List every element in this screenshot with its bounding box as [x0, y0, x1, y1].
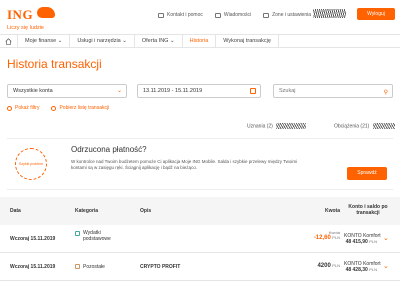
basket-icon	[75, 231, 80, 236]
nav-make-transaction[interactable]: Wykonaj transakcję	[216, 35, 279, 47]
inflows-label: Uznania (2)	[247, 123, 273, 130]
header-date[interactable]: Data	[10, 208, 21, 214]
nav-my-finances[interactable]: Moje finanse ⌄	[18, 35, 71, 47]
settings-link[interactable]: Zone i ustawienia	[263, 12, 311, 18]
row-balance: 48 428,30	[345, 267, 368, 273]
header-description[interactable]: Opis	[140, 208, 151, 214]
search-field: ⚲	[273, 84, 393, 98]
expand-chevron-icon[interactable]: ⌄	[383, 262, 389, 270]
home-icon	[5, 37, 12, 45]
redacted-inflows-amount	[276, 123, 307, 129]
rejected-description: W kontrolce nad Twoim budżetem pomoże Ci…	[71, 159, 298, 170]
download-list-link[interactable]: Pobierz listę transakcji	[51, 105, 109, 111]
date-range-value: 13.11.2019 - 15.11.2019	[143, 88, 203, 94]
inflows-count[interactable]: Uznania (2)	[247, 123, 307, 130]
redacted-user-name	[313, 9, 346, 18]
nav-services-tools[interactable]: Usługi i narzędzia ⌄	[70, 35, 135, 47]
row-amount-value: 4200	[317, 263, 331, 269]
chevron-down-icon: ⌄	[116, 88, 122, 94]
row-date: Wczoraj 15.11.2019	[10, 264, 56, 270]
envelope-icon	[214, 12, 221, 18]
phone-icon	[158, 12, 164, 18]
page-title: Historia transakcji	[7, 57, 102, 71]
expand-chevron-icon[interactable]: ⌄	[383, 234, 389, 242]
nav-ing-offer[interactable]: Oferta ING ⌄	[135, 35, 183, 47]
messages-link[interactable]: Wiadomości	[214, 12, 252, 18]
transactions-table-header: Data Kategoria Opis Kwota Konto i saldo …	[0, 197, 400, 225]
gear-icon	[263, 12, 270, 18]
row-category-label: Wydatki podstawowe	[83, 230, 111, 242]
row-date: Wczoraj 15.11.2019	[10, 236, 56, 242]
lion-logo-icon	[37, 7, 55, 18]
download-icon	[51, 105, 57, 111]
row-balance-currency: PLN	[369, 239, 377, 244]
search-icon[interactable]: ⚲	[384, 87, 388, 99]
brand-slogan: Liczy się ludzie	[7, 25, 44, 31]
table-row[interactable]: Wczoraj 15.11.2019 Pozostałe CRYPTO PROF…	[0, 253, 400, 281]
row-amount: 4200 PLN	[300, 263, 340, 269]
date-range-input[interactable]: 13.11.2019 - 15.11.2019	[137, 84, 261, 98]
top-links: Kontakt i pomoc Wiadomości Zone i ustawi…	[158, 12, 323, 18]
quick-problem-icon: Szybki problem	[15, 148, 47, 180]
redacted-outflows-amount	[372, 123, 395, 129]
messages-link-label: Wiadomości	[223, 12, 252, 18]
header-account[interactable]: Konto i saldo po transakcji	[344, 204, 392, 216]
show-filters-label: Pokaż filtry	[15, 105, 40, 111]
ing-logo[interactable]: ING Liczy się ludzie	[7, 6, 55, 31]
download-list-label: Pobierz listę transakcji	[59, 105, 110, 111]
row-currency: PLN	[332, 263, 340, 268]
row-description: CRYPTO PROFIT	[140, 264, 181, 270]
row-amount: Kwota -12,60 PLN	[300, 230, 340, 241]
row-balance: 48 415,90	[345, 239, 368, 245]
row-currency: PLN	[332, 235, 340, 240]
nav-history[interactable]: Historia	[183, 35, 217, 47]
header-amount[interactable]: Kwota	[300, 208, 340, 214]
outflows-count[interactable]: Obciążenia (21)	[334, 123, 395, 129]
account-select[interactable]: Wszystkie konta ⌄	[7, 84, 127, 98]
show-filters-link[interactable]: Pokaż filtry	[7, 105, 39, 111]
table-row[interactable]: Wczoraj 15.11.2019 Wydatki podstawowe Kw…	[0, 225, 400, 253]
contact-link-label: Kontakt i pomoc	[167, 12, 203, 18]
outflows-label: Obciążenia (21)	[334, 123, 370, 130]
row-account: KONTO Komfort 48 428,30 PLN	[344, 261, 381, 273]
row-account: KONTO Komfort 48 415,90 PLN	[344, 233, 381, 245]
top-bar: ING Liczy się ludzie Kontakt i pomoc Wia…	[0, 0, 400, 32]
search-input[interactable]	[279, 85, 392, 97]
home-button[interactable]	[0, 35, 18, 47]
main-nav: Moje finanse ⌄ Usługi i narzędzia ⌄ Ofer…	[0, 34, 400, 48]
row-balance-currency: PLN	[369, 267, 377, 272]
rejected-payment-banner: Szybki problem Odrzucona płatność? W kon…	[7, 138, 393, 190]
calendar-icon	[250, 88, 256, 94]
logout-button[interactable]: Wyloguj	[357, 8, 395, 20]
check-button[interactable]: Sprawdź	[347, 167, 387, 180]
contact-link[interactable]: Kontakt i pomoc	[158, 12, 203, 18]
rejected-title: Odrzucona płatność?	[71, 145, 147, 154]
settings-link-label: Zone i ustawienia	[272, 12, 312, 18]
filter-actions: Pokaż filtry Pobierz listę transakcji	[7, 105, 121, 111]
brand-name: ING	[7, 7, 34, 22]
row-amount-value: -12,60	[313, 235, 331, 241]
other-category-icon	[75, 264, 80, 269]
header-category[interactable]: Kategoria	[75, 208, 98, 214]
row-category-label: Pozostałe	[83, 264, 105, 270]
filter-icon	[7, 105, 12, 111]
account-select-value: Wszystkie konta	[13, 88, 53, 94]
